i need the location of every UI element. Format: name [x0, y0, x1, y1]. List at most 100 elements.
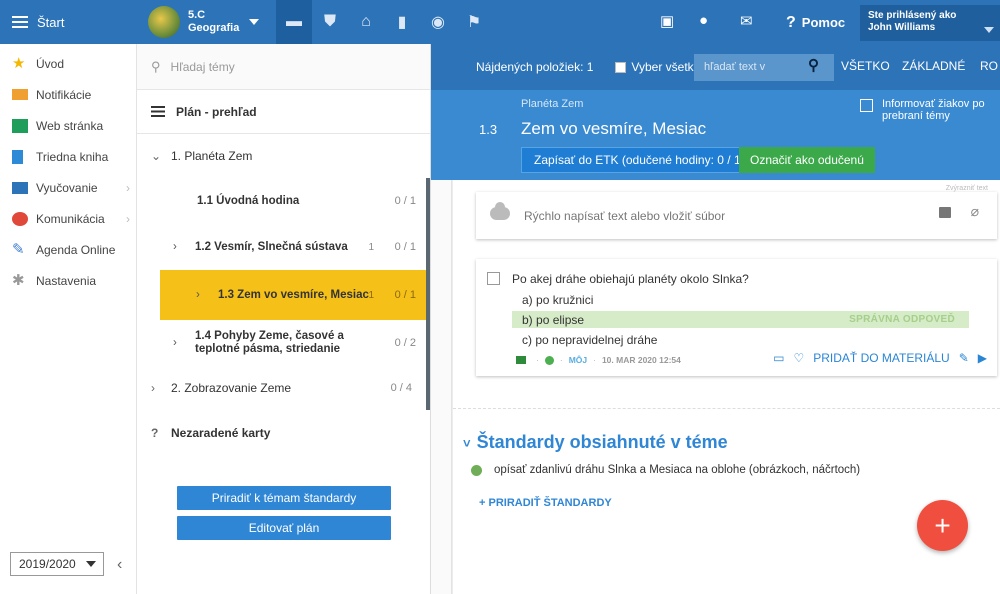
subtopic-1-1[interactable]: 1.1 Úvodná hodina 0 / 1 — [137, 178, 430, 224]
class-selector[interactable]: 5.C Geografia — [148, 4, 268, 40]
answer-c: c) po nepravidelnej dráhe — [522, 332, 658, 347]
highlight-text-label[interactable]: Zvýrazniť text — [946, 185, 988, 192]
start-label: Štart — [37, 14, 65, 30]
chevron-right-icon: › — [151, 381, 155, 395]
correct-answer-label: SPRÁVNA ODPOVEĎ — [849, 314, 955, 325]
chevron-down-icon — [86, 561, 96, 567]
topic-parent: Planéta Zem — [521, 98, 584, 110]
question-text: Po akej dráhe obiehajú planéty okolo Sln… — [512, 272, 749, 286]
topic-search-placeholder: Hľadaj témy — [170, 59, 235, 74]
user-name: John Williams — [868, 22, 936, 33]
edit-icon[interactable]: ✎ — [959, 351, 969, 365]
standard-item: opísať zdanlivú dráhu Slnka a Mesiaca na… — [471, 464, 860, 476]
topic-group-1[interactable]: ⌄ 1. Planéta Zem — [137, 134, 430, 178]
main-content: Nájdených položiek: 1 Vyber všetko hľada… — [431, 44, 1000, 594]
add-to-material-button[interactable]: PRIDAŤ DO MATERIÁLU — [813, 351, 949, 365]
topic-search[interactable]: ⚲ Hľadaj témy — [137, 44, 430, 90]
mail-icon[interactable]: ✉ — [740, 12, 753, 30]
school-year-select[interactable]: 2019/2020 — [10, 552, 104, 576]
chevron-right-icon: › — [196, 289, 200, 301]
sidebar-item-web-stranka[interactable]: Web stránka — [0, 110, 136, 141]
sidebar-item-label: Agenda Online — [36, 242, 116, 257]
etk-button[interactable]: Zapísať do ETK (odučené hodiny: 0 / 1) — [521, 147, 758, 173]
tab-ro[interactable]: RO — [980, 59, 998, 73]
image-icon[interactable] — [939, 207, 951, 218]
topic-number: 1.3 — [479, 122, 498, 137]
subtopic-1-2[interactable]: › 1.2 Vesmír, Slnečná sústava 1 0 / 1 — [137, 224, 430, 270]
assign-standards-button[interactable]: Priradiť k témam štandardy — [177, 486, 391, 510]
subject-name: Geografia — [188, 22, 240, 34]
chevron-right-icon: › — [173, 241, 177, 253]
play-icon[interactable]: ▶ — [978, 351, 987, 365]
running-people-icon[interactable]: ⚑ — [456, 0, 492, 44]
logged-in-label: Ste prihlásený ako — [868, 10, 957, 21]
mark-done-button[interactable]: Označiť ako odučenú — [739, 147, 875, 173]
shield-icon[interactable]: ⛊ — [312, 0, 348, 44]
sidebar-item-agenda-online[interactable]: ✎ Agenda Online — [0, 234, 136, 265]
top-bar: Štart 5.C Geografia ▬ ⛊ ⌂ ▮ ◉ ⚑ ▣ ● ✉ ? P… — [0, 0, 1000, 44]
topic-group-2[interactable]: › 2. Zobrazovanie Zeme 0 / 4 — [137, 366, 430, 410]
chat-icon[interactable]: ● — [699, 12, 708, 29]
briefcase-icon[interactable]: ▬ — [276, 0, 312, 44]
user-menu[interactable]: Ste prihlásený ako John Williams — [860, 5, 1000, 41]
star-icon: ★ — [12, 54, 26, 72]
thumbs-up-icon[interactable]: ♡ — [793, 351, 804, 365]
class-avatar — [148, 6, 180, 38]
uncategorized-cards[interactable]: ? Nezaradené karty — [137, 410, 430, 456]
sidebar-item-uvod[interactable]: ★ Úvod — [0, 48, 136, 79]
sidebar-item-label: Triedna kniha — [36, 149, 109, 164]
gauge-icon[interactable]: ◉ — [420, 0, 456, 44]
sidebar-item-nastavenia[interactable]: ✱ Nastavenia — [0, 265, 136, 296]
chevron-down-icon: ⌄ — [151, 149, 162, 163]
class-name: 5.C — [188, 9, 206, 21]
card-date: 10. MAR 2020 12:54 — [601, 355, 681, 365]
book-icon — [12, 149, 23, 164]
topic-header: Planéta Zem 1.3 Zem vo vesmíre, Mesiac I… — [431, 90, 1000, 180]
sidebar-item-notifikacie[interactable]: Notifikácie — [0, 79, 136, 110]
collapse-sidebar-icon[interactable]: ‹ — [117, 556, 122, 574]
open-book-icon — [12, 181, 28, 194]
envelope-icon — [12, 89, 28, 100]
sidebar-item-vyucovanie[interactable]: Vyučovanie › — [0, 172, 136, 203]
add-fab-button[interactable]: + — [917, 500, 968, 551]
globe-icon — [544, 355, 554, 365]
checkbox[interactable] — [615, 62, 627, 74]
sidebar-item-triedna-kniha[interactable]: Triedna kniha — [0, 141, 136, 172]
card-actions: ▭ ♡ PRIDAŤ DO MATERIÁLU ✎ ▶ — [764, 351, 987, 365]
inform-students-checkbox[interactable] — [860, 99, 873, 112]
sidebar: ★ Úvod Notifikácie Web stránka Triedna k… — [0, 44, 137, 594]
cloud-upload-icon — [490, 202, 510, 220]
quick-composer[interactable]: Rýchlo napísať text alebo vložiť súbor ⌀ — [476, 192, 997, 239]
sidebar-item-label: Nastavenia — [36, 273, 97, 288]
subtopic-1-4[interactable]: › 1.4 Pohyby Zeme, časové a teplotné pás… — [137, 320, 430, 366]
author-label: MÔJ — [568, 355, 588, 365]
select-all[interactable]: Vyber všetko — [615, 60, 700, 74]
tab-vsetko[interactable]: VŠETKO — [841, 59, 890, 73]
search-icon: ⚲ — [151, 58, 161, 74]
help-button[interactable]: ? Pomoc — [786, 14, 845, 32]
subtopic-1-3[interactable]: › 1.3 Zem vo vesmíre, Mesiac 1 0 / 1 — [160, 270, 430, 320]
sidebar-item-komunikacia[interactable]: Komunikácia › — [0, 203, 136, 234]
paperclip-icon[interactable]: ⌀ — [971, 203, 979, 220]
tag-icon[interactable] — [516, 356, 526, 364]
sidebar-item-label: Komunikácia — [36, 211, 105, 226]
standards-title[interactable]: ˅ Štandardy obsiahnuté v téme — [463, 432, 728, 453]
left-rail — [431, 180, 453, 594]
chevron-right-icon: › — [126, 180, 130, 195]
institution-icon[interactable]: ⌂ — [348, 0, 384, 44]
plan-overview[interactable]: Plán - prehľad — [137, 90, 430, 134]
start-menu-button[interactable]: Štart — [0, 0, 137, 44]
present-icon[interactable]: ▭ — [773, 351, 784, 365]
presentation-icon[interactable]: ▣ — [660, 12, 674, 30]
question-icon: ? — [786, 14, 796, 31]
sidebar-item-label: Web stránka — [36, 118, 104, 133]
tab-zakladne[interactable]: ZÁKLADNÉ — [902, 59, 965, 73]
search-icon[interactable]: ⚲ — [808, 56, 819, 74]
composer-placeholder: Rýchlo napísať text alebo vložiť súbor — [524, 208, 726, 223]
question-checkbox[interactable] — [487, 272, 500, 285]
gear-icon: ✱ — [12, 271, 25, 289]
edit-plan-button[interactable]: Editovať plán — [177, 516, 391, 540]
assign-standards-link[interactable]: + PRIRADIŤ ŠTANDARDY — [479, 497, 612, 509]
chevron-down-icon — [984, 27, 994, 33]
bar-chart-icon[interactable]: ▮ — [384, 0, 420, 44]
